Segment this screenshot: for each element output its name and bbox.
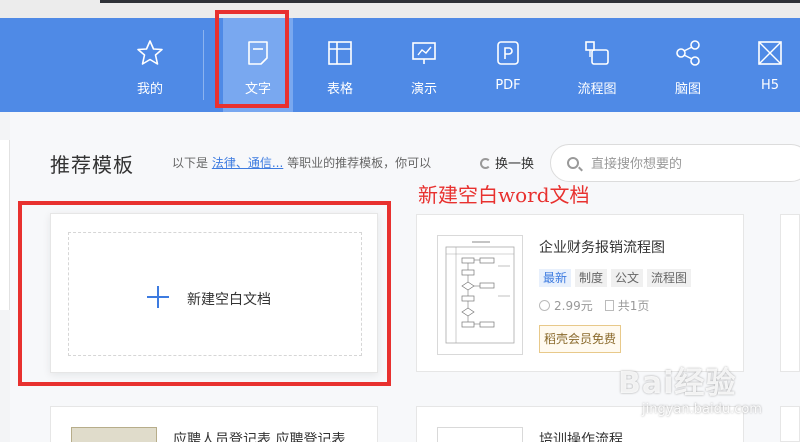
watermark-text: Bai经验 <box>618 366 737 401</box>
highlight-box-text-tab <box>215 10 289 108</box>
search-input[interactable] <box>591 154 800 174</box>
template-meta: 2.99元 共1页 <box>539 297 649 314</box>
template-title: 企业财务报销流程图 <box>539 240 665 256</box>
vip-free-badge[interactable]: 稻壳会员免费 <box>539 325 622 353</box>
nav-label: 演示 <box>410 82 437 97</box>
tag[interactable]: 流程图 <box>647 269 692 287</box>
table-icon <box>328 41 352 65</box>
refresh-label: 换一换 <box>495 157 535 172</box>
nav-label: 我的 <box>136 82 163 97</box>
template-card[interactable]: 应聘人员登记表 应聘登记表 ... <box>50 406 378 442</box>
nav-label: 脑图 <box>674 82 701 97</box>
nav-item-pdf[interactable]: PDF <box>473 18 543 112</box>
flowchart-icon <box>585 41 609 65</box>
nav-item-spreadsheet[interactable]: 表格 <box>305 18 375 112</box>
tag[interactable]: 公文 <box>611 269 644 287</box>
nav-label: 表格 <box>326 82 353 97</box>
watermark-url: jingyan.baidu.com <box>642 402 762 417</box>
partial-card-right <box>780 214 800 372</box>
mindmap-icon <box>676 40 700 66</box>
refresh-button[interactable]: 换一换 <box>480 153 534 172</box>
left-panel-edge <box>0 140 10 310</box>
annotation-text: 新建空白word文档 <box>418 183 590 207</box>
profession-link[interactable]: 法律、通信... <box>212 156 283 170</box>
nav-divider <box>203 30 204 100</box>
desc-prefix: 以下是 <box>172 156 209 170</box>
nav-item-flowchart[interactable]: 流程图 <box>562 18 632 112</box>
window-top-bar <box>100 0 800 3</box>
search-icon[interactable] <box>567 157 579 169</box>
template-search <box>550 144 800 182</box>
h5-icon <box>758 41 782 65</box>
window-top-strip <box>0 0 800 18</box>
tag[interactable]: 制度 <box>575 269 608 287</box>
nav-label: PDF <box>495 78 521 93</box>
template-thumbnail <box>437 235 523 355</box>
template-price: 2.99元 <box>554 299 593 313</box>
page-count-icon <box>604 300 614 311</box>
top-navigation-bar: 我的 文字 表格 演示 PDF 流程图 脑图 H5 <box>0 18 800 112</box>
highlight-box-blank-document <box>18 201 391 386</box>
price-icon <box>539 300 550 311</box>
nav-label: H5 <box>760 78 780 93</box>
nav-item-presentation[interactable]: 演示 <box>389 18 459 112</box>
nav-item-mine[interactable]: 我的 <box>115 18 185 112</box>
baidu-jingyan-watermark: Bai经验 jingyan.baidu.com <box>612 352 798 426</box>
template-pages: 共1页 <box>617 299 650 313</box>
presentation-icon <box>412 42 436 64</box>
tag-new[interactable]: 最新 <box>539 269 572 287</box>
nav-label: 流程图 <box>577 82 617 97</box>
template-title: 应聘人员登记表 应聘登记表 ... <box>173 432 364 442</box>
star-icon <box>137 40 163 65</box>
template-title: 培训操作流程 <box>539 432 623 442</box>
template-tags: 最新 制度 公文 流程图 <box>539 267 695 287</box>
flowchart-thumbnail-graphic <box>445 241 515 344</box>
section-description: 以下是 法律、通信... 等职业的推荐模板，你可以 <box>172 154 431 171</box>
nav-item-mindmap[interactable]: 脑图 <box>653 18 723 112</box>
pdf-icon <box>497 41 519 65</box>
template-thumbnail <box>437 427 523 442</box>
section-title: 推荐模板 <box>50 153 134 177</box>
nav-item-h5[interactable]: H5 <box>735 18 800 112</box>
template-thumbnail <box>71 427 157 442</box>
desc-suffix: 等职业的推荐模板，你可以 <box>287 156 432 170</box>
refresh-icon <box>480 158 491 169</box>
template-card[interactable]: 企业财务报销流程图 最新 制度 公文 流程图 2.99元 共1页 稻壳会员免费 <box>416 214 744 372</box>
